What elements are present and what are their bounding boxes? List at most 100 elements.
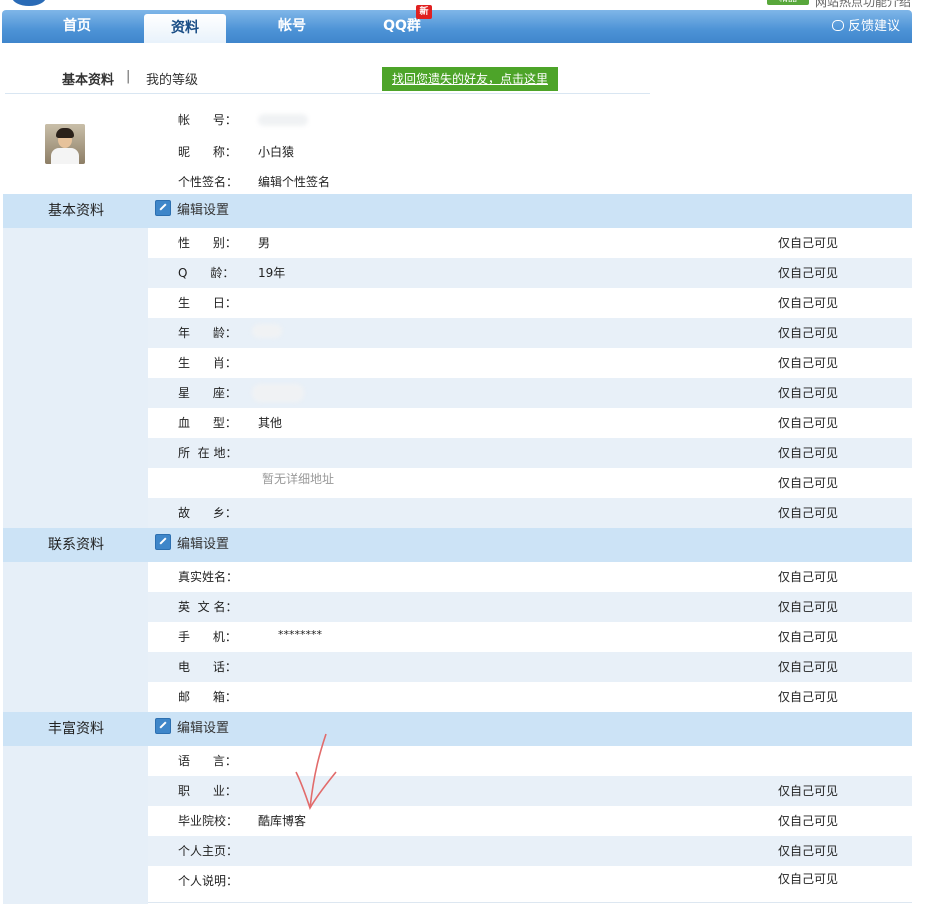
profile-row: 英 文 名： 仅自己可见 bbox=[148, 592, 912, 622]
field-label: 英 文 名： bbox=[178, 600, 238, 614]
profile-row: 暂无详细地址 仅自己可见 bbox=[148, 468, 912, 498]
field-label: 生 日： bbox=[178, 296, 237, 310]
edit-settings-button[interactable]: 编辑设置 bbox=[155, 712, 229, 746]
privacy-setting[interactable]: 仅自己可见 bbox=[778, 806, 838, 836]
profile-row: 电 话： 仅自己可见 bbox=[148, 652, 912, 682]
find-friends-link[interactable]: 找回您遗失的好友，点击这里 bbox=[382, 67, 558, 91]
profile-row: 性 别： 男 仅自己可见 bbox=[148, 228, 912, 258]
subnav-basic-info[interactable]: 基本资料 bbox=[62, 69, 114, 88]
divider bbox=[148, 902, 912, 903]
subnav-my-level[interactable]: 我的等级 bbox=[146, 69, 198, 88]
divider bbox=[5, 93, 650, 94]
redacted-blur bbox=[258, 114, 308, 126]
field-label: 电 话： bbox=[178, 660, 237, 674]
field-value: 暂无详细地址 bbox=[262, 472, 335, 486]
profile-row: 职 业： 仅自己可见 bbox=[148, 776, 912, 806]
tab-account[interactable]: 帐号 bbox=[252, 10, 332, 43]
field-label: 真实姓名： bbox=[178, 570, 239, 584]
profile-row: 个人主页： 仅自己可见 bbox=[148, 836, 912, 866]
redacted-blur bbox=[252, 384, 304, 402]
profile-row: 邮 箱： 仅自己可见 bbox=[148, 682, 912, 712]
field-label: 所 在 地： bbox=[178, 446, 238, 460]
main-nav: 首页 资料 帐号 QQ群 反馈建议 bbox=[2, 10, 912, 43]
field-value: 其他 bbox=[258, 416, 283, 430]
field-label: 性 别： bbox=[178, 236, 237, 250]
field-label: 生 肖： bbox=[178, 356, 237, 370]
field-value: ******** bbox=[278, 628, 322, 641]
privacy-setting[interactable]: 仅自己可见 bbox=[778, 438, 838, 468]
field-label: 个人说明： bbox=[178, 874, 239, 888]
privacy-setting[interactable]: 仅自己可见 bbox=[778, 288, 838, 318]
edit-label: 编辑设置 bbox=[177, 537, 230, 552]
left-column bbox=[3, 228, 148, 528]
tab-profile[interactable]: 资料 bbox=[144, 14, 226, 43]
field-label: 邮 箱： bbox=[178, 690, 237, 704]
profile-row: 个人说明： 仅自己可见 bbox=[148, 866, 912, 896]
edit-icon bbox=[155, 534, 171, 550]
privacy-setting[interactable]: 仅自己可见 bbox=[778, 228, 838, 258]
annotation-arrow-icon bbox=[295, 733, 337, 810]
privacy-setting[interactable]: 仅自己可见 bbox=[778, 776, 838, 806]
privacy-setting[interactable]: 仅自己可见 bbox=[778, 378, 838, 408]
profile-row: 手 机： ******** 仅自己可见 bbox=[148, 622, 912, 652]
edit-icon bbox=[155, 718, 171, 734]
field-label: 故 乡： bbox=[178, 506, 237, 520]
privacy-setting[interactable]: 仅自己可见 bbox=[778, 318, 838, 348]
privacy-setting[interactable]: 仅自己可见 bbox=[778, 562, 838, 592]
edit-settings-button[interactable]: 编辑设置 bbox=[155, 528, 229, 562]
tab-home[interactable]: 首页 bbox=[12, 10, 142, 43]
field-label: 血 型： bbox=[178, 416, 237, 430]
section-header-basic: 基本资料 编辑设置 bbox=[3, 194, 912, 228]
field-label: 个人主页： bbox=[178, 844, 239, 858]
left-column bbox=[3, 746, 148, 904]
field-value: 19年 bbox=[258, 266, 286, 280]
edit-settings-button[interactable]: 编辑设置 bbox=[155, 194, 229, 228]
profile-row: 毕业院校： 酷库博客 仅自己可见 bbox=[148, 806, 912, 836]
edit-label: 编辑设置 bbox=[177, 203, 230, 218]
field-label: 手 机： bbox=[178, 630, 237, 644]
privacy-setting[interactable]: 仅自己可见 bbox=[778, 864, 838, 894]
profile-row: 真实姓名： 仅自己可见 bbox=[148, 562, 912, 592]
field-label: 年 龄： bbox=[178, 326, 237, 340]
privacy-setting[interactable]: 仅自己可见 bbox=[778, 836, 838, 866]
field-label: 星 座： bbox=[178, 386, 237, 400]
nickname-value: 小白猿 bbox=[258, 145, 295, 159]
feature-intro-link[interactable]: 网站热点功能介绍 bbox=[815, 0, 911, 10]
privacy-setting[interactable]: 仅自己可见 bbox=[778, 592, 838, 622]
new-badge: 新 bbox=[416, 5, 432, 19]
profile-row: 故 乡： 仅自己可见 bbox=[148, 498, 912, 528]
section-header-rich: 丰富资料 编辑设置 bbox=[3, 712, 912, 746]
avatar[interactable] bbox=[45, 124, 85, 164]
left-column bbox=[3, 562, 148, 712]
edit-icon bbox=[155, 200, 171, 216]
field-label: 职 业： bbox=[178, 784, 237, 798]
privacy-setting[interactable]: 仅自己可见 bbox=[778, 258, 838, 288]
section-header-contact: 联系资料 编辑设置 bbox=[3, 528, 912, 562]
field-label: 语 言： bbox=[178, 754, 237, 768]
privacy-setting[interactable]: 仅自己可见 bbox=[778, 622, 838, 652]
privacy-setting[interactable]: 仅自己可见 bbox=[778, 682, 838, 712]
profile-row: Q 龄： 19年 仅自己可见 bbox=[148, 258, 912, 288]
privacy-setting[interactable]: 仅自己可见 bbox=[778, 498, 838, 528]
privacy-setting[interactable]: 仅自己可见 bbox=[778, 468, 838, 498]
field-value: 男 bbox=[258, 236, 271, 250]
profile-row: 生 肖： 仅自己可见 bbox=[148, 348, 912, 378]
nickname-label: 昵 称： bbox=[178, 145, 237, 159]
chat-bubble-icon bbox=[831, 20, 844, 31]
redacted-blur bbox=[252, 324, 282, 338]
profile-row: 语 言： bbox=[148, 746, 912, 776]
section-title: 丰富资料 bbox=[48, 721, 104, 737]
feedback-button[interactable]: 反馈建议 bbox=[831, 10, 900, 43]
privacy-setting[interactable]: 仅自己可见 bbox=[778, 408, 838, 438]
top-badge: 精品 bbox=[767, 0, 809, 5]
field-label: Q 龄： bbox=[178, 266, 235, 280]
edit-label: 编辑设置 bbox=[177, 721, 230, 736]
edit-signature-link[interactable]: 编辑个性签名 bbox=[258, 173, 330, 190]
section-title: 联系资料 bbox=[48, 537, 104, 553]
account-label: 帐 号： bbox=[178, 113, 237, 127]
feedback-label: 反馈建议 bbox=[847, 19, 900, 34]
profile-row: 生 日： 仅自己可见 bbox=[148, 288, 912, 318]
profile-row: 血 型： 其他 仅自己可见 bbox=[148, 408, 912, 438]
privacy-setting[interactable]: 仅自己可见 bbox=[778, 348, 838, 378]
privacy-setting[interactable]: 仅自己可见 bbox=[778, 652, 838, 682]
